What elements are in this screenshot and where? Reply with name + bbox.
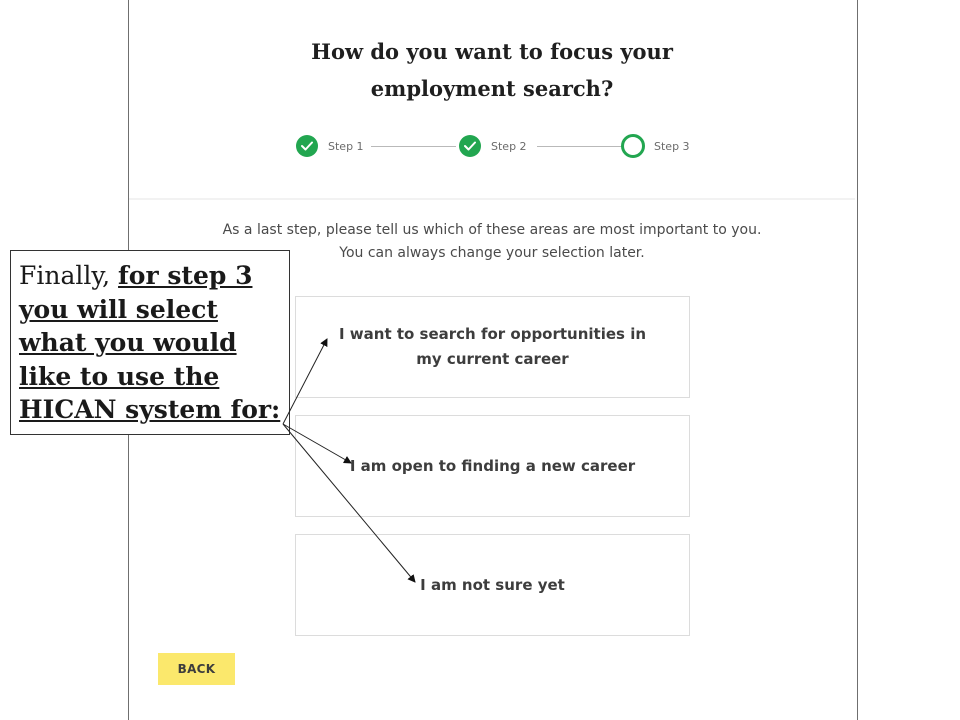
option-new-career-label: I am open to finding a new career — [349, 456, 636, 475]
section-divider — [129, 198, 855, 200]
annotation-callout: Finally, for step 3 you will select what… — [10, 250, 290, 435]
step-connector — [371, 146, 456, 147]
step-2-label: Step 2 — [491, 140, 527, 153]
option-current-career-label: I want to search for opportunities in my… — [338, 325, 647, 368]
step-1-check-icon — [296, 135, 318, 157]
callout-plain-text: Finally, — [19, 261, 119, 290]
progress-stepper: Step 1 Step 2 Step 3 — [0, 0, 960, 180]
step-3-label: Step 3 — [654, 140, 690, 153]
step-3-circle-icon — [621, 134, 645, 158]
option-new-career[interactable]: I am open to finding a new career — [295, 415, 690, 517]
option-not-sure-label: I am not sure yet — [420, 575, 565, 594]
option-not-sure[interactable]: I am not sure yet — [295, 534, 690, 636]
step-2-check-icon — [459, 135, 481, 157]
step-connector — [537, 146, 622, 147]
step-1-label: Step 1 — [328, 140, 364, 153]
instructions-line-1: As a last step, please tell us which of … — [222, 222, 762, 238]
back-button[interactable]: BACK — [158, 653, 235, 685]
option-current-career[interactable]: I want to search for opportunities in my… — [295, 296, 690, 398]
